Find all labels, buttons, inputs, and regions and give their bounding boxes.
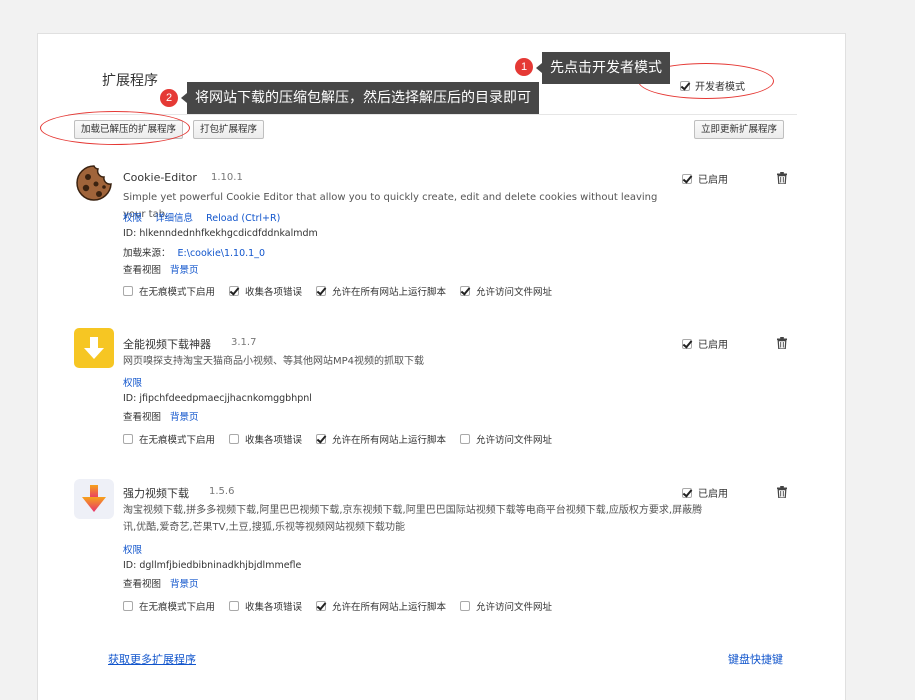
option-file-urls[interactable]: 允许访问文件网址 [460,599,552,613]
option-collect-errors[interactable]: 收集各项错误 [229,599,302,613]
annotation-step-2-badge: 2 [160,89,178,107]
enabled-checkbox[interactable] [682,173,692,184]
collect-errors-checkbox[interactable] [229,601,240,611]
option-collect-errors[interactable]: 收集各项错误 [229,432,302,446]
background-page-link[interactable]: 背景页 [170,412,199,423]
trash-icon[interactable] [776,172,788,184]
annotation-step-1-tooltip: 先点击开发者模式 [536,52,670,84]
annotation-step-1-badge: 1 [515,58,533,76]
gradient-download-icon [74,479,114,519]
extension-description: 淘宝视频下载,拼多多视频下载,阿里巴巴视频下载,京东视频下载,阿里巴巴国际站视频… [123,505,703,533]
get-more-extensions-link[interactable]: 获取更多扩展程序 [108,651,196,667]
extension-id: ID: dgllmfjbiedbibninadkhjbjdlmmefle [123,560,302,571]
option-label: 允许访问文件网址 [476,602,553,613]
inspect-views-label: 查看视图 [123,265,162,276]
option-incognito[interactable]: 在无痕模式下启用 [123,284,215,298]
inspect-views: 查看视图 背景页 [123,262,199,276]
permissions-link[interactable]: 权限 [123,213,142,224]
extension-links: 权限 [123,542,142,556]
option-label: 允许在所有网站上运行脚本 [332,602,447,613]
collect-errors-checkbox[interactable] [229,286,240,296]
option-label: 在无痕模式下启用 [139,287,216,298]
option-all-sites[interactable]: 允许在所有网站上运行脚本 [316,432,446,446]
enabled-toggle[interactable]: 已启用 [682,171,728,186]
inspect-views-label: 查看视图 [123,412,162,423]
extension-options: 在无痕模式下启用 收集各项错误 允许在所有网站上运行脚本 允许访问文件网址 [123,432,566,446]
file-urls-checkbox[interactable] [460,286,471,296]
reload-link[interactable]: Reload (Ctrl+R) [206,213,280,224]
option-label: 在无痕模式下启用 [139,435,216,446]
trash-icon[interactable] [776,337,788,349]
incognito-checkbox[interactable] [123,601,133,611]
enabled-label: 已启用 [698,489,728,500]
download-arrow-icon [74,328,114,368]
enabled-label: 已启用 [698,175,728,186]
option-label: 收集各项错误 [245,602,303,613]
load-source-path-link[interactable]: E:\cookie\1.10.1_0 [178,248,265,259]
collect-errors-checkbox[interactable] [229,434,240,444]
annotation-step-2-tooltip: 将网站下载的压缩包解压，然后选择解压后的目录即可 [181,82,539,114]
option-label: 收集各项错误 [245,287,303,298]
trash-icon[interactable] [776,486,788,498]
toolbar-divider [68,114,797,115]
all-sites-checkbox[interactable] [316,286,327,296]
all-sites-checkbox[interactable] [316,601,327,611]
background-page-link[interactable]: 背景页 [170,265,199,276]
option-label: 允许访问文件网址 [476,287,553,298]
file-urls-checkbox[interactable] [460,434,471,444]
file-urls-checkbox[interactable] [460,601,471,611]
extension-version: 1.10.1 [211,172,243,183]
keyboard-shortcuts-link[interactable]: 键盘快捷键 [728,651,783,667]
extension-name: Cookie-Editor [123,171,197,184]
details-link[interactable]: 详细信息 [155,213,193,224]
inspect-views-label: 查看视图 [123,579,162,590]
option-file-urls[interactable]: 允许访问文件网址 [460,432,552,446]
extension-name: 强力视频下载 [123,487,189,500]
option-label: 在无痕模式下启用 [139,602,216,613]
extension-links: 权限 详细信息 Reload (Ctrl+R) [123,210,280,224]
background-page-link[interactable]: 背景页 [170,579,199,590]
extension-name: 全能视频下载神器 [123,338,211,351]
inspect-views: 查看视图 背景页 [123,576,199,590]
option-collect-errors[interactable]: 收集各项错误 [229,284,302,298]
option-incognito[interactable]: 在无痕模式下启用 [123,599,215,613]
option-incognito[interactable]: 在无痕模式下启用 [123,432,215,446]
extension-id: ID: hlkenndednhfkekhgcdicdfddnkalmdm [123,228,318,239]
option-file-urls[interactable]: 允许访问文件网址 [460,284,552,298]
extension-options: 在无痕模式下启用 收集各项错误 允许在所有网站上运行脚本 允许访问文件网址 [123,284,566,298]
permissions-link[interactable]: 权限 [123,378,142,389]
option-label: 允许在所有网站上运行脚本 [332,287,447,298]
option-label: 允许在所有网站上运行脚本 [332,435,447,446]
annotation-ellipse-load-unpacked [40,111,190,145]
option-all-sites[interactable]: 允许在所有网站上运行脚本 [316,599,446,613]
update-extensions-button[interactable]: 立即更新扩展程序 [694,120,785,139]
incognito-checkbox[interactable] [123,434,133,444]
option-label: 允许访问文件网址 [476,435,553,446]
extension-id: ID: jfipchfdeedpmaecjjhacnkomggbhpnl [123,393,312,404]
option-all-sites[interactable]: 允许在所有网站上运行脚本 [316,284,446,298]
permissions-link[interactable]: 权限 [123,545,142,556]
enabled-toggle[interactable]: 已启用 [682,336,728,351]
all-sites-checkbox[interactable] [316,434,327,444]
extension-description: 网页嗅探支持淘宝天猫商品小视频、等其他网站MP4视频的抓取下载 [123,356,425,367]
enabled-checkbox[interactable] [682,487,692,498]
load-source: 加载来源： E:\cookie\1.10.1_0 [123,245,265,259]
extension-links: 权限 [123,375,142,389]
extension-version: 3.1.7 [231,337,257,348]
enabled-toggle[interactable]: 已启用 [682,485,728,500]
load-source-label: 加载来源： [123,248,171,259]
enabled-checkbox[interactable] [682,338,692,349]
incognito-checkbox[interactable] [123,286,133,296]
inspect-views: 查看视图 背景页 [123,409,199,423]
cookie-icon [76,165,112,201]
extension-options: 在无痕模式下启用 收集各项错误 允许在所有网站上运行脚本 允许访问文件网址 [123,599,566,613]
page-title: 扩展程序 [102,73,158,89]
option-label: 收集各项错误 [245,435,303,446]
enabled-label: 已启用 [698,340,728,351]
extension-version: 1.5.6 [209,486,235,497]
pack-extension-button[interactable]: 打包扩展程序 [193,120,265,139]
